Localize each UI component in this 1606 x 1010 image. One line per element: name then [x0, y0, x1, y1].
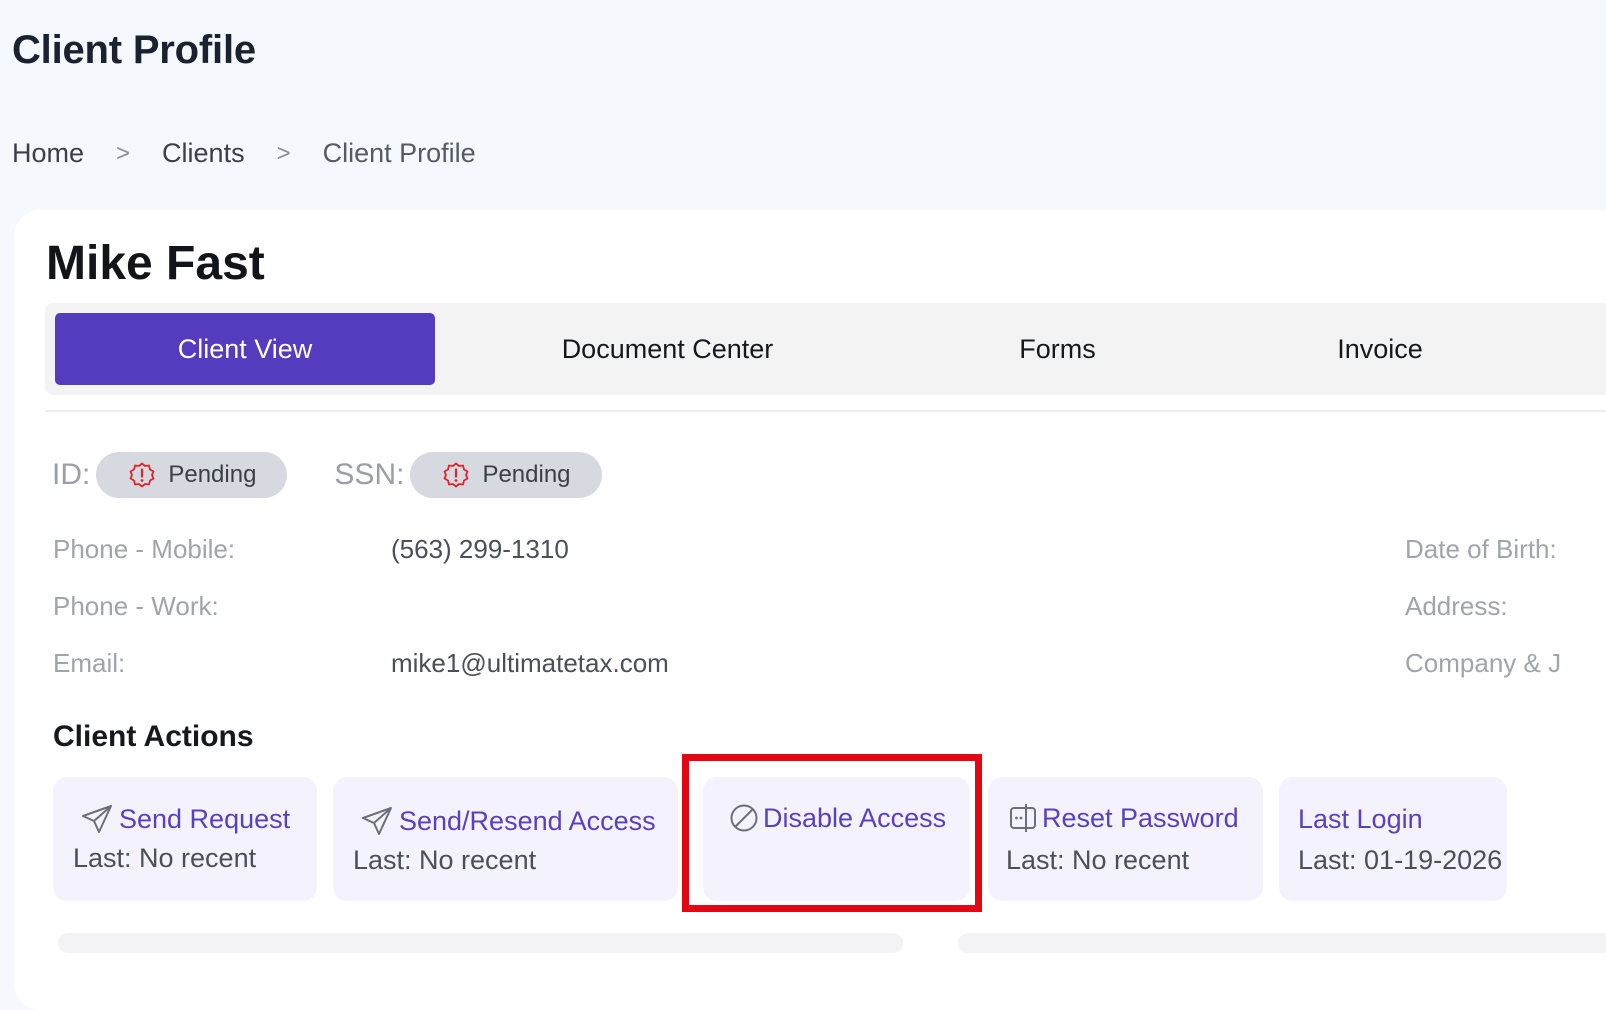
next-section-card [58, 933, 903, 953]
alert-badge-icon [129, 462, 155, 488]
send-request-label: Send Request [119, 803, 291, 834]
send-resend-access-button[interactable]: Send/Resend Access Last: No recent [333, 777, 678, 901]
tab-divider [45, 410, 1606, 412]
send-resend-access-label: Send/Resend Access [399, 805, 656, 836]
verification-row: ID: Pending SSN: Pending [52, 452, 602, 498]
send-icon [362, 807, 392, 835]
next-section-card [958, 933, 1606, 953]
phone-mobile-value: (563) 299-1310 [391, 534, 569, 564]
breadcrumb-home[interactable]: Home [12, 138, 84, 169]
page-title: Client Profile [12, 28, 256, 72]
password-icon [1010, 804, 1036, 832]
tab-bar: Client View Document Center Forms Invoic… [45, 303, 1606, 395]
email-value[interactable]: mike1@ultimatetax.com [391, 648, 669, 679]
id-status-text: Pending [168, 461, 257, 488]
phone-mobile-label: Phone - Mobile: [53, 534, 236, 564]
reset-password-last: Last: No recent [1006, 845, 1190, 875]
client-name: Mike Fast [46, 237, 265, 290]
send-request-last: Last: No recent [73, 843, 257, 873]
last-login-card: Last Login Last: 01-19-2026 [1279, 777, 1507, 901]
ssn-label: SSN: [334, 458, 405, 491]
tab-forms[interactable]: Forms [945, 313, 1170, 385]
client-actions-title: Client Actions [53, 720, 254, 753]
breadcrumb-separator: > [116, 139, 131, 167]
ssn-status-text: Pending [482, 461, 571, 488]
disable-access-button[interactable]: Disable Access [703, 777, 970, 901]
tab-client-view[interactable]: Client View [55, 313, 435, 385]
last-login-date: Last: 01-19-2026 [1298, 845, 1503, 875]
last-login-label: Last Login [1298, 804, 1423, 834]
send-icon [82, 805, 112, 833]
send-request-button[interactable]: Send Request Last: No recent [53, 777, 317, 901]
block-icon [730, 804, 758, 832]
phone-work-label: Phone - Work: [53, 591, 219, 621]
tab-invoice[interactable]: Invoice [1275, 313, 1485, 385]
email-label: Email: [53, 648, 126, 678]
id-label: ID: [52, 458, 91, 491]
breadcrumb-clients[interactable]: Clients [162, 138, 245, 169]
reset-password-button[interactable]: Reset Password Last: No recent [988, 777, 1263, 901]
tab-document-center[interactable]: Document Center [485, 313, 850, 385]
breadcrumb-current: Client Profile [322, 138, 476, 168]
breadcrumb-separator: > [276, 139, 291, 167]
send-resend-access-last: Last: No recent [353, 845, 537, 875]
dob-label: Date of Birth: [1405, 534, 1557, 564]
disable-access-label: Disable Access [763, 802, 947, 833]
client-profile-card: Mike Fast Client View Document Center Fo… [14, 210, 1606, 1010]
id-status-badge: Pending [96, 452, 288, 498]
company-label: Company & J [1405, 648, 1562, 678]
ssn-status-badge: Pending [410, 452, 602, 498]
breadcrumb: Home > Clients > Client Profile [12, 138, 476, 169]
alert-badge-icon [444, 462, 469, 488]
address-label: Address: [1405, 591, 1508, 621]
reset-password-label: Reset Password [1042, 802, 1239, 833]
